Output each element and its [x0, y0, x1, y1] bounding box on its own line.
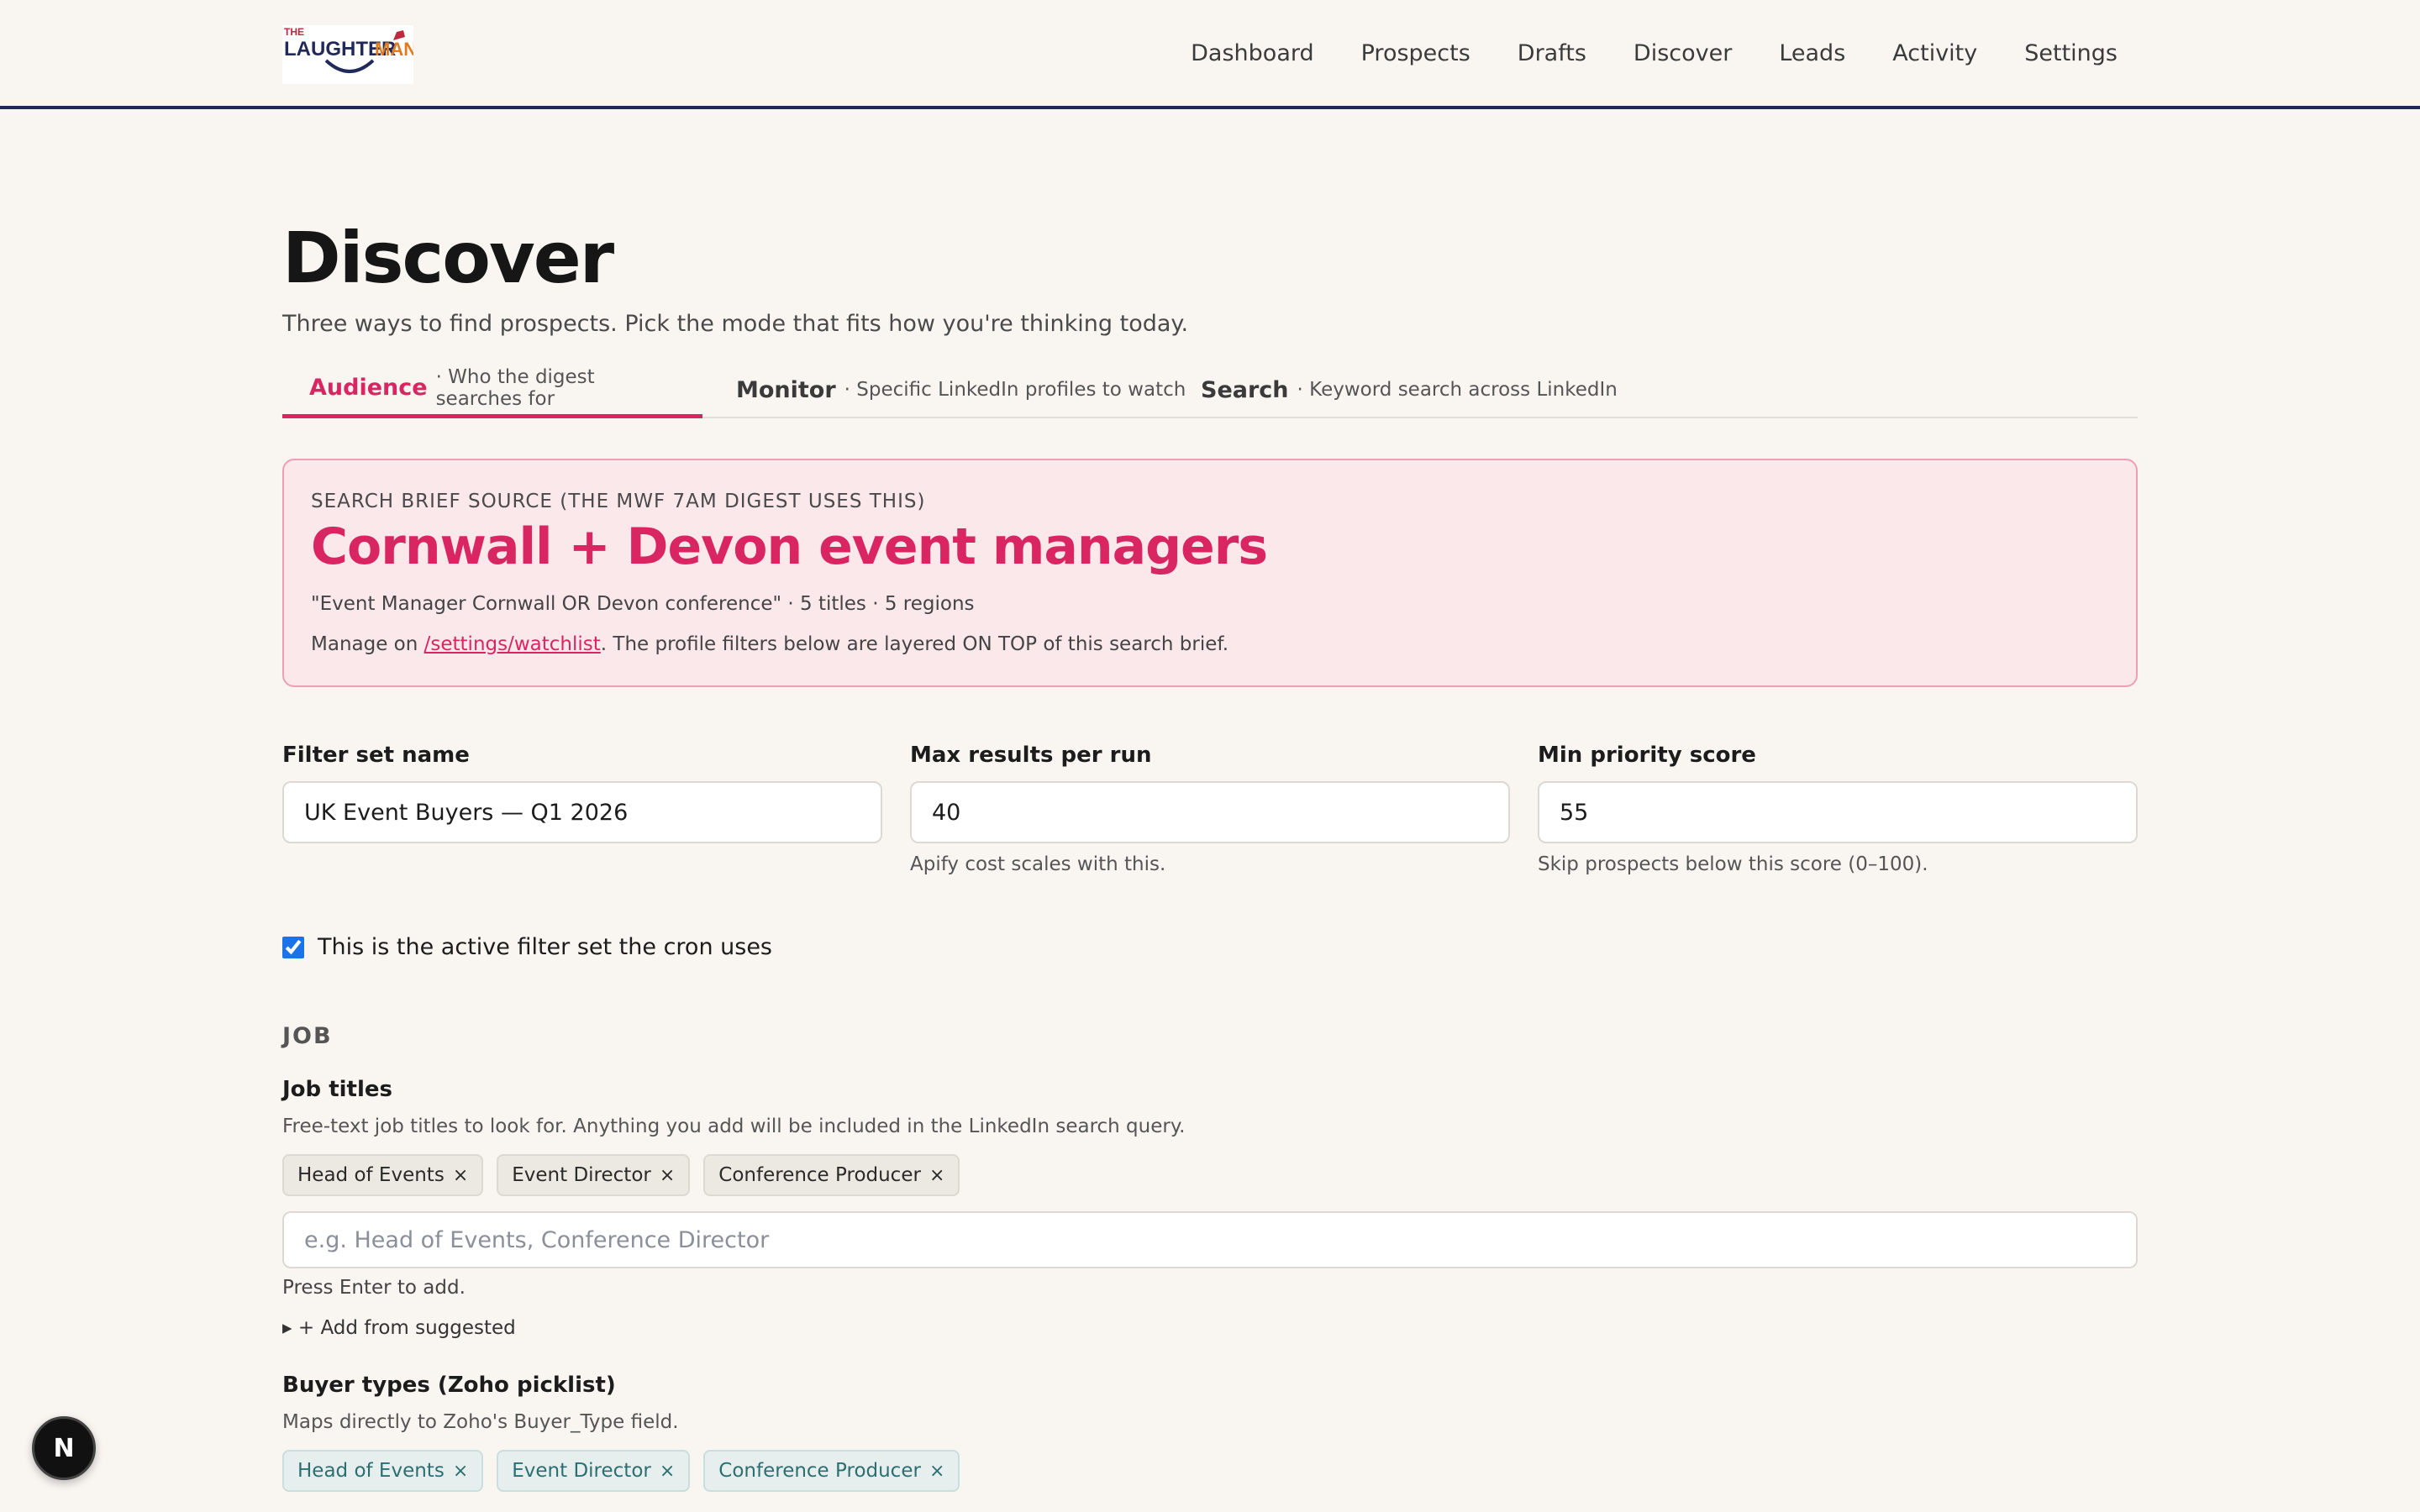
job-title-chips: Head of Events × Event Director × Conferen…: [282, 1154, 960, 1196]
buyer-types-label: Buyer types (Zoho picklist): [282, 1373, 616, 1398]
buyer-type-chip: Head of Events ×: [282, 1450, 484, 1492]
page-title: Discover: [282, 217, 614, 299]
buyer-type-chip: Event Director ×: [497, 1450, 691, 1492]
logo-text-the: THE: [284, 26, 304, 38]
job-titles-help: Free-text job titles to look for. Anythi…: [282, 1116, 1186, 1137]
active-filter-label: This is the active filter set the cron u…: [318, 934, 773, 960]
manage-prefix: Manage on: [311, 633, 424, 655]
active-filter-row: This is the active filter set the cron u…: [282, 934, 772, 960]
buyer-type-chip: Conference Producer ×: [703, 1450, 960, 1492]
brief-meta: "Event Manager Cornwall OR Devon confere…: [311, 593, 975, 615]
filter-set-name-label: Filter set name: [282, 743, 470, 768]
nav-discover[interactable]: Discover: [1634, 40, 1732, 66]
min-priority-input[interactable]: [1538, 781, 2138, 843]
nav-settings[interactable]: Settings: [2024, 40, 2118, 66]
nextjs-dev-badge[interactable]: N: [32, 1416, 96, 1480]
chip-label: Conference Producer: [718, 1460, 921, 1482]
watchlist-settings-link[interactable]: /settings/watchlist: [424, 633, 601, 655]
chip-label: Conference Producer: [718, 1164, 921, 1186]
chip-label: Head of Events: [297, 1164, 445, 1186]
section-heading-job: JOB: [282, 1023, 333, 1049]
brief-kicker: Search brief source (the MWF 7am digest …: [311, 491, 926, 512]
brand-logo[interactable]: THE LAUGHTER MAN: [282, 25, 413, 84]
job-titles-label: Job titles: [282, 1077, 392, 1102]
tab-description: · Who the digest searches for: [435, 365, 595, 410]
page-subtitle: Three ways to find prospects. Pick the m…: [282, 311, 1189, 337]
nav-prospects[interactable]: Prospects: [1361, 40, 1470, 66]
job-title-chip: Event Director ×: [497, 1154, 691, 1196]
tab-search[interactable]: Search · Keyword search across LinkedIn: [1201, 361, 1618, 418]
nav-drafts[interactable]: Drafts: [1518, 40, 1586, 66]
add-from-suggested-toggle[interactable]: ▸ + Add from suggested: [282, 1317, 516, 1339]
min-priority-help: Skip prospects below this score (0–100).: [1538, 853, 1928, 875]
tab-description: · Specific LinkedIn profiles to watch: [844, 379, 1186, 401]
remove-chip-icon[interactable]: ×: [929, 1165, 944, 1186]
tab-audience[interactable]: Audience · Who the digest searches for: [282, 361, 702, 418]
remove-chip-icon[interactable]: ×: [453, 1461, 468, 1482]
search-brief-card: Search brief source (the MWF 7am digest …: [282, 459, 2138, 687]
tab-monitor[interactable]: Monitor · Specific LinkedIn profiles to …: [736, 361, 1186, 418]
job-title-chip: Head of Events ×: [282, 1154, 484, 1196]
top-navbar: THE LAUGHTER MAN Dashboard Prospects Dra…: [0, 0, 2420, 109]
job-title-input[interactable]: [282, 1211, 2138, 1268]
chip-label: Event Director: [512, 1164, 651, 1186]
tab-label: Monitor: [736, 376, 836, 403]
active-filter-checkbox[interactable]: [282, 936, 304, 958]
logo-text-man: MAN: [375, 39, 413, 60]
press-enter-hint: Press Enter to add.: [282, 1277, 466, 1299]
main-nav: Dashboard Prospects Drafts Discover Lead…: [1191, 0, 2118, 106]
min-priority-label: Min priority score: [1538, 743, 1756, 768]
max-results-input[interactable]: [910, 781, 1510, 843]
brief-title: Cornwall + Devon event managers: [311, 517, 1268, 576]
chip-label: Head of Events: [297, 1460, 445, 1482]
manage-suffix: . The profile filters below are layered …: [600, 633, 1229, 655]
chip-label: Event Director: [512, 1460, 651, 1482]
remove-chip-icon[interactable]: ×: [660, 1461, 675, 1482]
nav-activity[interactable]: Activity: [1892, 40, 1977, 66]
tab-label: Audience: [309, 375, 428, 401]
tab-description: · Keyword search across LinkedIn: [1297, 379, 1618, 401]
mode-tabs: Audience · Who the digest searches for M…: [282, 361, 2138, 418]
filter-set-name-input[interactable]: [282, 781, 882, 843]
job-title-chip: Conference Producer ×: [703, 1154, 960, 1196]
tab-label: Search: [1201, 376, 1289, 403]
buyer-types-help: Maps directly to Zoho's Buyer_Type field…: [282, 1411, 679, 1433]
remove-chip-icon[interactable]: ×: [453, 1165, 468, 1186]
remove-chip-icon[interactable]: ×: [929, 1461, 944, 1482]
max-results-label: Max results per run: [910, 743, 1152, 768]
nav-leads[interactable]: Leads: [1779, 40, 1845, 66]
max-results-help: Apify cost scales with this.: [910, 853, 1166, 875]
remove-chip-icon[interactable]: ×: [660, 1165, 675, 1186]
brief-manage-note: Manage on /settings/watchlist. The profi…: [311, 633, 1228, 655]
nav-dashboard[interactable]: Dashboard: [1191, 40, 1313, 66]
buyer-type-chips: Head of Events × Event Director × Conferen…: [282, 1450, 960, 1492]
